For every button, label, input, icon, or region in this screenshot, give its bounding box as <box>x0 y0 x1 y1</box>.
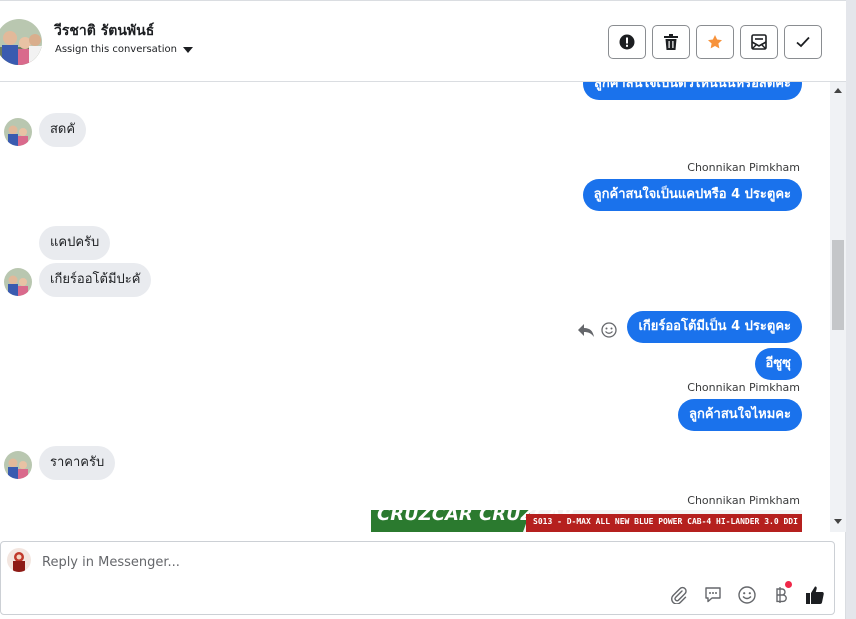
assign-conversation-dropdown[interactable]: Assign this conversation <box>55 44 193 55</box>
conversation-header: วีรชาติ รัตนพันธ์ Assign this conversati… <box>0 0 846 82</box>
conversation-panel: วีรชาติ รัตนพันธ์ Assign this conversati… <box>0 0 846 619</box>
scrollbar-thumb[interactable] <box>832 240 844 330</box>
sender-name: Chonnikan Pimkham <box>687 381 800 394</box>
image-attachment[interactable]: CRUZCAR CRUZCAR S013 - D-MAX ALL NEW BLU… <box>371 510 802 532</box>
message-hover-actions <box>577 322 617 338</box>
composer-toolbar <box>668 581 826 606</box>
delete-button[interactable] <box>652 25 690 59</box>
sender-name: Chonnikan Pimkham <box>687 161 800 174</box>
attach-button[interactable] <box>668 584 690 606</box>
outgoing-message: อีซูซุ <box>754 348 802 380</box>
alert-icon <box>619 34 635 50</box>
assign-label: Assign this conversation <box>55 44 177 55</box>
message-scrollbar[interactable] <box>830 82 846 532</box>
contact-avatar[interactable] <box>0 19 42 65</box>
incoming-message: ราคาครับ <box>39 446 116 480</box>
reply-input[interactable]: Reply in Messenger... <box>42 555 180 570</box>
outgoing-message: เกียร์ออโต้มีเป็น 4 ประตูคะ <box>627 311 802 343</box>
outgoing-message: ลูกค้าสนใจไหมคะ <box>678 399 802 431</box>
check-icon <box>796 36 810 48</box>
trash-icon <box>664 34 678 50</box>
react-emoji-icon[interactable] <box>601 322 617 338</box>
scroll-down-arrow-icon[interactable] <box>834 519 842 524</box>
send-like-button[interactable] <box>804 584 826 606</box>
contact-name: วีรชาติ รัตนพันธ์ <box>54 23 155 39</box>
paperclip-icon <box>671 586 687 604</box>
star-button[interactable] <box>696 25 734 59</box>
emoji-icon <box>738 586 756 604</box>
banner-caption: S013 - D-MAX ALL NEW BLUE POWER CAB-4 HI… <box>533 517 802 526</box>
outgoing-message: ลูกค้าสนใจเป็นตัวไหนนั้นหรือสดคะ <box>582 82 802 100</box>
header-actions <box>608 25 822 59</box>
notification-dot <box>785 581 792 588</box>
mark-unread-icon <box>751 34 767 50</box>
incoming-message: สดคั <box>39 113 87 147</box>
contact-avatar-small <box>4 451 32 479</box>
baht-icon <box>776 587 787 603</box>
reply-icon[interactable] <box>577 322 595 338</box>
emoji-button[interactable] <box>736 584 758 606</box>
outgoing-message: ลูกค้าสนใจเป็นแคปหรือ 4 ประตูคะ <box>582 179 802 211</box>
mark-unread-button[interactable] <box>740 25 778 59</box>
mark-done-button[interactable] <box>784 25 822 59</box>
scroll-up-arrow-icon[interactable] <box>834 88 842 93</box>
contact-avatar-small <box>4 268 32 296</box>
payment-button[interactable] <box>770 581 792 606</box>
sender-name: Chonnikan Pimkham <box>687 494 800 507</box>
saved-replies-button[interactable] <box>702 584 724 606</box>
window-edge <box>846 0 856 619</box>
mark-spam-button[interactable] <box>608 25 646 59</box>
page-avatar <box>7 548 31 572</box>
message-thread[interactable]: ลูกค้าสนใจเป็นตัวไหนนั้นหรือสดคะ สดคั Ch… <box>0 82 830 532</box>
thumbs-up-icon <box>806 586 824 604</box>
incoming-message: แคปครับ <box>39 226 111 260</box>
reply-composer: Reply in Messenger... <box>0 541 835 615</box>
incoming-message: เกียร์ออโต้มีปะคั <box>39 263 152 297</box>
chevron-down-icon <box>182 46 193 53</box>
chat-bubble-icon <box>705 587 721 603</box>
contact-avatar-small <box>4 118 32 146</box>
star-icon <box>708 35 722 49</box>
